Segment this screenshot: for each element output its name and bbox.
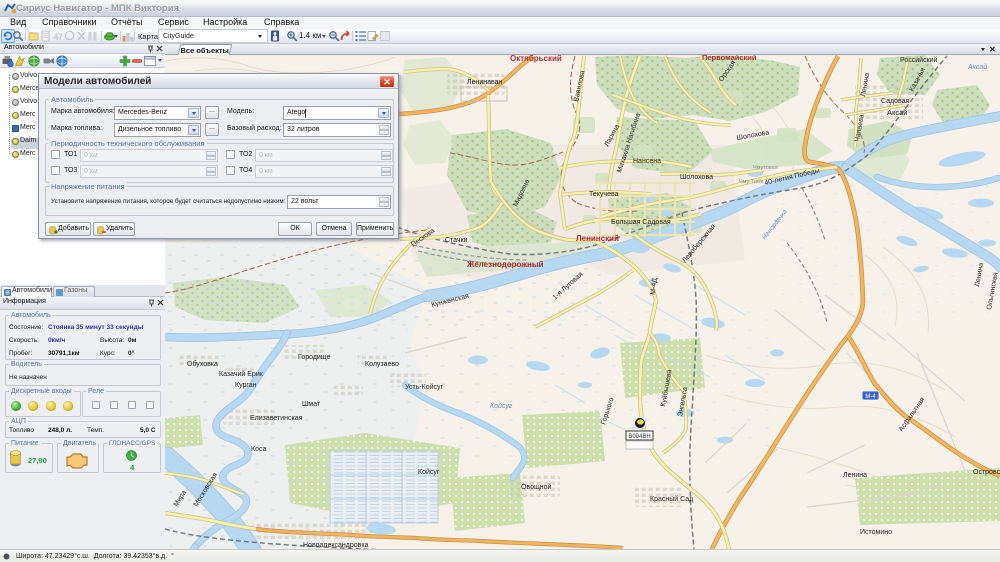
svg-text:Стачки: Стачки: [445, 237, 468, 244]
svg-text:Обуховка: Обуховка: [187, 360, 218, 368]
svg-text:Аксай: Аксай: [967, 63, 987, 71]
svg-text:Шмат: Шмат: [302, 401, 321, 408]
svg-text:М-4: М-4: [865, 394, 876, 400]
svg-text:Российский: Российский: [900, 56, 938, 64]
svg-text:Городище: Городище: [298, 354, 331, 361]
svg-text:Ленинский: Ленинский: [576, 234, 619, 243]
svg-text:Железнодорожный: Железнодорожный: [466, 260, 544, 269]
svg-text:Коса: Коса: [251, 446, 266, 453]
svg-text:Истомино: Истомино: [860, 529, 892, 536]
svg-text:Красный Сад: Красный Сад: [650, 495, 693, 503]
svg-text:Нансена: Нансена: [633, 158, 661, 165]
svg-text:Колузаево: Колузаево: [365, 361, 399, 368]
svg-text:Новоалександровка: Новоалександровка: [303, 542, 369, 549]
svg-text:Большая Садовая: Большая Садовая: [611, 219, 671, 226]
svg-text:47: 47: [54, 32, 64, 42]
svg-text:Чму-Тоба: Чму-Тоба: [739, 179, 764, 185]
svg-text:Койсуг: Койсуг: [418, 468, 440, 476]
svg-text:Шолохова: Шолохова: [680, 174, 713, 181]
svg-text:Курган: Курган: [235, 382, 257, 389]
svg-text:Койсуг: Койсуг: [490, 402, 513, 410]
svg-text:Усть-Койсуг: Усть-Койсуг: [405, 383, 444, 391]
svg-text:Садовая: Садовая: [881, 98, 910, 105]
svg-text:Овощной: Овощной: [521, 483, 551, 491]
svg-text:Чмутовая: Чмутовая: [753, 165, 778, 171]
svg-text:В004ВН: В004ВН: [628, 434, 650, 440]
svg-text:Елизаветинская: Елизаветинская: [250, 415, 303, 422]
svg-text:Аксай: Аксай: [887, 108, 907, 117]
svg-text:Октябрьский: Октябрьский: [510, 55, 562, 63]
svg-text:Островского: Островского: [973, 469, 1000, 476]
svg-text:Ленинаван: Ленинаван: [467, 79, 503, 86]
svg-text:Казачий Ерик: Казачий Ерик: [219, 370, 264, 378]
svg-text:Текучева: Текучева: [589, 191, 619, 198]
svg-text:Ленина: Ленина: [843, 472, 867, 479]
